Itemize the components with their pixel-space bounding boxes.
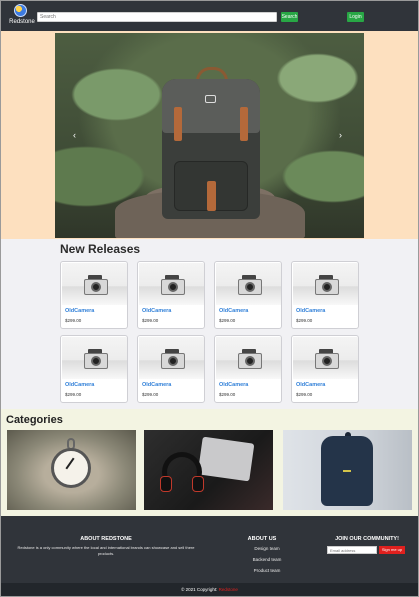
product-price: $299.00 xyxy=(296,392,313,397)
page: Redstone Search Login ‹ › New Releas xyxy=(0,0,419,597)
product-price: $299.00 xyxy=(65,318,82,323)
camera-lens xyxy=(91,356,101,366)
product-card[interactable]: OldCamera $299.00 xyxy=(137,335,205,403)
product-price: $299.00 xyxy=(219,318,236,323)
camera-lens xyxy=(322,356,332,366)
product-price: $299.00 xyxy=(296,318,313,323)
laptop-icon xyxy=(197,436,255,482)
email-field[interactable] xyxy=(327,546,377,554)
brand-link[interactable]: Redstone xyxy=(7,4,35,29)
product-card[interactable]: OldCamera $299.00 xyxy=(214,261,282,329)
section-title: Categories xyxy=(6,414,63,426)
login-button[interactable]: Login xyxy=(347,12,364,22)
product-name[interactable]: OldCamera xyxy=(65,308,94,314)
product-name[interactable]: OldCamera xyxy=(142,382,171,388)
product-image xyxy=(293,337,358,379)
product-name[interactable]: OldCamera xyxy=(142,308,171,314)
brand-name: Redstone xyxy=(9,19,35,25)
camera-lens xyxy=(245,282,255,292)
signup-button[interactable]: Sign me up xyxy=(379,546,405,554)
product-card[interactable]: OldCamera $299.00 xyxy=(60,261,128,329)
product-name[interactable]: OldCamera xyxy=(219,382,248,388)
camera-lens xyxy=(91,282,101,292)
footer: ABOUT REDSTONE Redstone is a only commun… xyxy=(1,516,418,583)
earcup xyxy=(192,476,204,492)
product-card[interactable]: OldCamera $299.00 xyxy=(60,335,128,403)
copyright-text: © 2021 Copyright: xyxy=(181,587,219,592)
about-text: Redstone is a only community where the l… xyxy=(17,545,195,556)
product-image xyxy=(216,337,281,379)
product-image xyxy=(139,263,204,305)
product-card[interactable]: OldCamera $299.00 xyxy=(214,335,282,403)
product-image xyxy=(62,337,127,379)
bag-strap xyxy=(174,107,182,141)
backpack-illustration xyxy=(162,67,260,219)
search-input[interactable] xyxy=(37,12,277,22)
bag-tab xyxy=(207,181,216,211)
category-tile-watch[interactable] xyxy=(7,430,136,510)
product-price: $299.00 xyxy=(219,392,236,397)
aboutus-title: ABOUT US xyxy=(247,536,277,542)
carousel-next-icon[interactable]: › xyxy=(339,130,342,140)
hero-carousel: ‹ › xyxy=(1,31,418,239)
footer-link-product-team[interactable]: Product team xyxy=(237,568,297,573)
bag-strap xyxy=(240,107,248,141)
camera-lens xyxy=(322,282,332,292)
section-title: New Releases xyxy=(60,242,141,256)
category-tile-headphones[interactable] xyxy=(144,430,273,510)
backpack-zip xyxy=(343,470,351,472)
footer-link-backend-team[interactable]: Backend team xyxy=(237,557,297,562)
product-image xyxy=(293,263,358,305)
bag-logo xyxy=(205,95,216,103)
footer-link-design-team[interactable]: Design team xyxy=(237,546,297,551)
watch-face xyxy=(51,448,91,488)
camera-lens xyxy=(168,282,178,292)
product-price: $299.00 xyxy=(142,318,159,323)
product-price: $299.00 xyxy=(65,392,82,397)
camera-lens xyxy=(168,356,178,366)
new-releases-section: New Releases OldCamera $299.00 OldCamera… xyxy=(1,239,418,409)
product-name[interactable]: OldCamera xyxy=(296,382,325,388)
search-button[interactable]: Search xyxy=(281,12,298,22)
camera-lens xyxy=(245,356,255,366)
product-card[interactable]: OldCamera $299.00 xyxy=(137,261,205,329)
categories-section: Categories xyxy=(1,409,418,516)
product-card[interactable]: OldCamera $299.00 xyxy=(291,261,359,329)
copyright-bar: © 2021 Copyright: Redstone xyxy=(1,583,418,596)
product-price: $299.00 xyxy=(142,392,159,397)
product-image xyxy=(139,337,204,379)
community-title: JOIN OUR COMMUNITY! xyxy=(335,536,399,542)
category-tile-backpack[interactable] xyxy=(283,430,412,510)
product-name[interactable]: OldCamera xyxy=(219,308,248,314)
earcup xyxy=(160,476,172,492)
copyright-brand-link[interactable]: Redstone xyxy=(219,587,238,592)
product-name[interactable]: OldCamera xyxy=(296,308,325,314)
product-name[interactable]: OldCamera xyxy=(65,382,94,388)
product-image xyxy=(216,263,281,305)
product-image xyxy=(62,263,127,305)
about-title: ABOUT REDSTONE xyxy=(80,536,132,542)
product-card[interactable]: OldCamera $299.00 xyxy=(291,335,359,403)
logo-icon xyxy=(14,4,27,17)
navbar: Redstone Search Login xyxy=(1,1,418,31)
carousel-prev-icon[interactable]: ‹ xyxy=(73,130,76,140)
hero-backpack-image: ‹ › xyxy=(55,33,364,238)
